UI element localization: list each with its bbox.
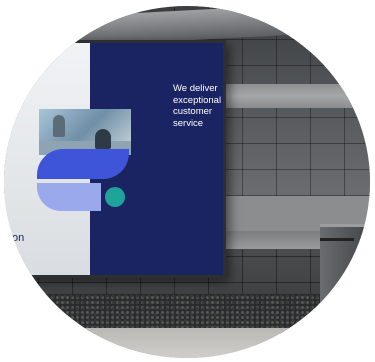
photo-frame: We deliver exceptional customer service … xyxy=(4,6,370,358)
machine-slot xyxy=(320,238,354,241)
billboard-text-fragment: on xyxy=(12,232,25,244)
photo-person xyxy=(95,129,111,149)
photo-person xyxy=(53,115,65,137)
brand-logo-dot xyxy=(105,187,125,207)
floor xyxy=(4,328,370,358)
brand-logo-shape xyxy=(37,183,101,211)
billboard-tagline: We deliver exceptional customer service xyxy=(173,83,222,129)
billboard: We deliver exceptional customer service … xyxy=(4,40,226,278)
brand-logo-shape xyxy=(37,149,129,179)
